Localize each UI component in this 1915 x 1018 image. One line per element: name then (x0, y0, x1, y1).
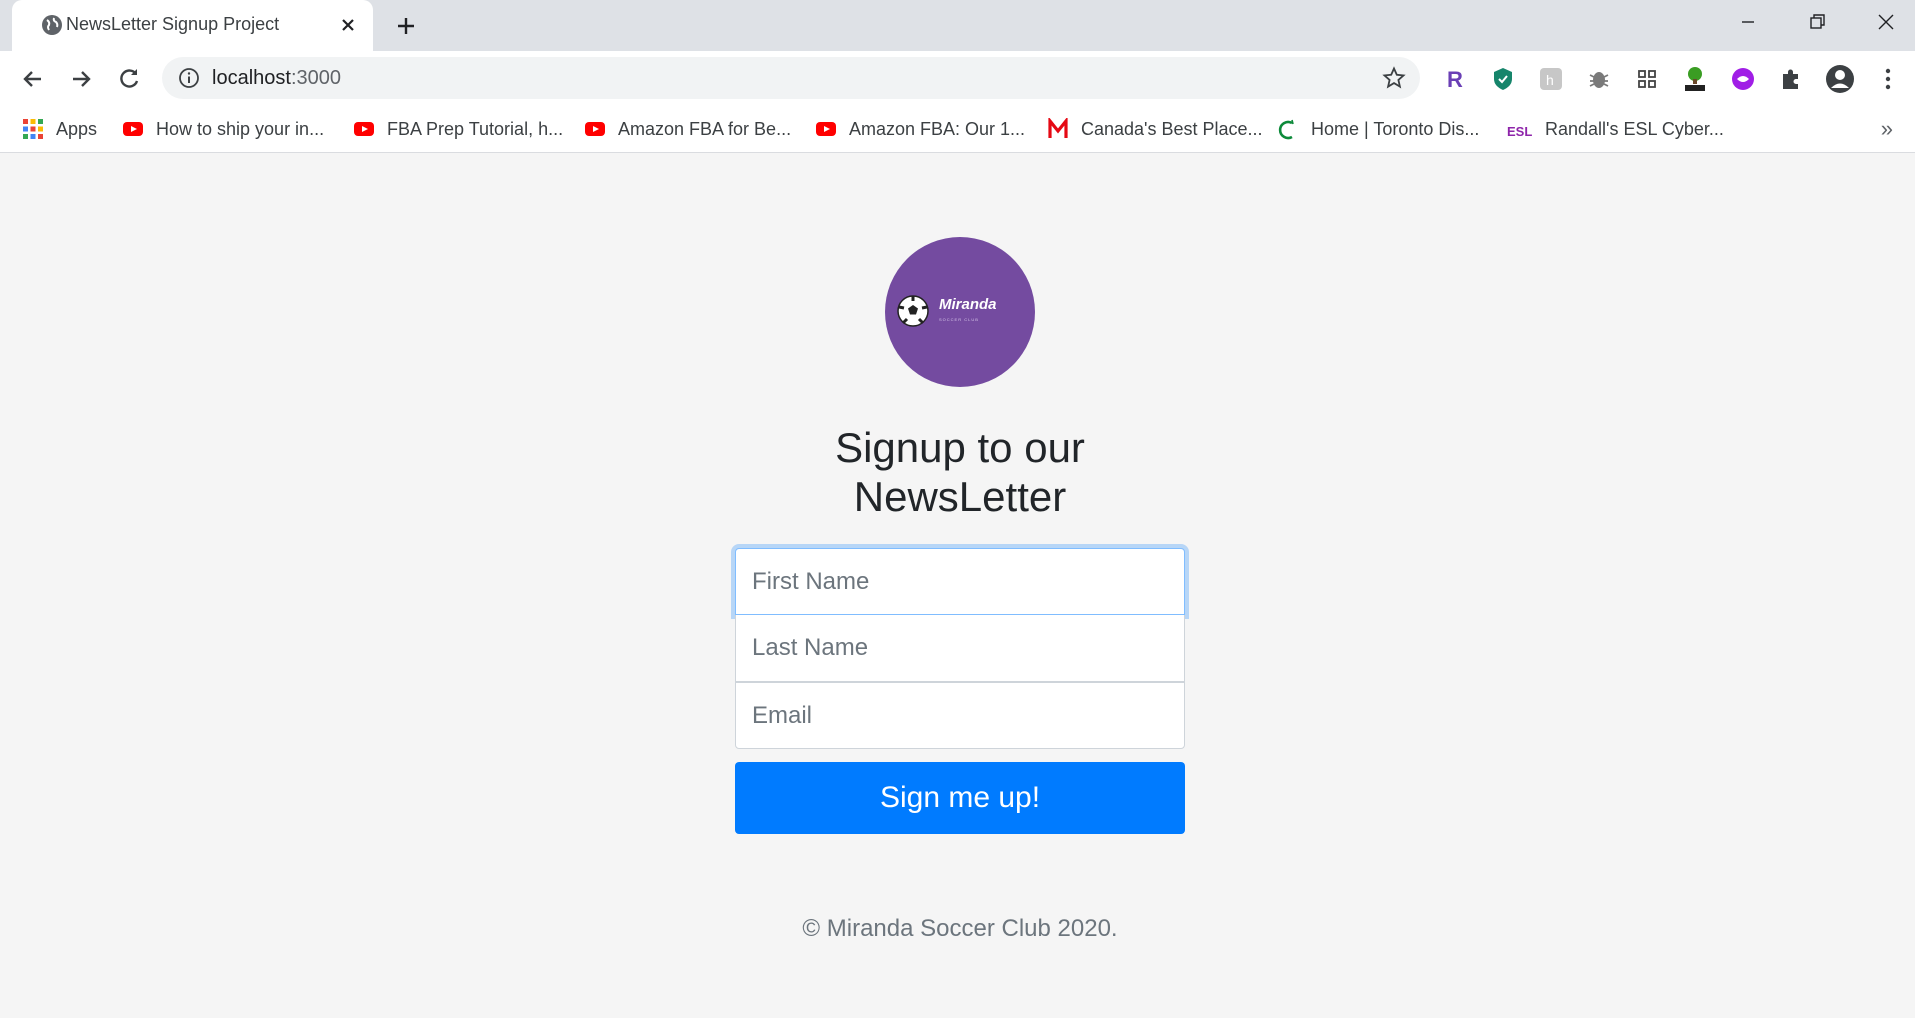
bookmark-label: Canada's Best Place... (1081, 118, 1263, 139)
browser-tab[interactable]: NewsLetter Signup Project (12, 0, 373, 51)
url-host: localhost (212, 67, 291, 89)
youtube-icon (585, 122, 605, 136)
close-window-icon[interactable] (1866, 8, 1906, 38)
youtube-icon (123, 122, 143, 136)
email-input[interactable] (735, 682, 1185, 749)
info-icon[interactable] (178, 67, 200, 89)
browser-tab-strip: NewsLetter Signup Project (0, 0, 1915, 51)
svg-text:ESL: ESL (1507, 124, 1532, 139)
sign-up-button[interactable]: Sign me up! (735, 762, 1185, 834)
bookmark-esl[interactable]: ESL Randall's ESL Cyber... (1507, 106, 1724, 152)
grid-extension-icon[interactable] (1633, 65, 1661, 93)
url-text: localhost:3000 (212, 67, 341, 90)
restore-icon[interactable] (1797, 8, 1837, 38)
soccer-ball-icon (897, 295, 929, 327)
shield-icon[interactable] (1489, 65, 1517, 93)
tree-html-icon[interactable] (1681, 65, 1709, 93)
bookmark-star-icon[interactable] (1382, 66, 1406, 90)
bug-icon[interactable] (1585, 65, 1613, 93)
h-extension-icon[interactable]: h (1537, 65, 1565, 93)
bookmark-apps[interactable]: Apps (22, 106, 97, 152)
bookmark-label: How to ship your in... (156, 118, 325, 139)
new-tab-icon[interactable] (392, 12, 420, 40)
puzzle-extensions-icon[interactable] (1777, 65, 1805, 93)
youtube-icon (354, 122, 374, 136)
tab-title: NewsLetter Signup Project (66, 14, 280, 34)
m-logo-icon (1048, 118, 1068, 138)
reload-icon[interactable] (115, 65, 143, 93)
bookmarks-bar: Apps How to ship your in... FBA Prep Tut… (0, 106, 1915, 153)
menu-kebab-icon[interactable] (1874, 65, 1902, 93)
bookmark-label: Randall's ESL Cyber... (1545, 118, 1724, 139)
bookmark-youtube-2[interactable]: FBA Prep Tutorial, h... (353, 106, 563, 152)
bookmark-youtube-3[interactable]: Amazon FBA for Be... (584, 106, 791, 152)
last-name-input[interactable] (735, 615, 1185, 682)
footer-copyright: © Miranda Soccer Club 2020. (802, 915, 1118, 942)
address-bar[interactable]: localhost:3000 (162, 57, 1420, 99)
svg-text:h: h (1546, 72, 1554, 88)
first-name-input[interactable] (735, 548, 1185, 615)
minimize-icon[interactable] (1728, 8, 1768, 38)
svg-text:R: R (1447, 67, 1463, 92)
logo-tagline: SOCCER CLUB (939, 317, 979, 322)
url-port: :3000 (290, 67, 341, 89)
bookmark-youtube-1[interactable]: How to ship your in... (122, 106, 324, 152)
profile-avatar-icon[interactable] (1825, 64, 1855, 94)
more-bookmarks-button[interactable]: » (1881, 116, 1893, 142)
back-arrow-icon[interactable] (19, 65, 47, 93)
globe-icon (42, 15, 62, 35)
bookmark-label: Amazon FBA for Be... (618, 118, 792, 139)
club-logo: Miranda SOCCER CLUB (885, 237, 1035, 387)
apps-grid-icon (23, 119, 43, 139)
esl-icon: ESL (1507, 124, 1532, 139)
forward-arrow-icon[interactable] (67, 65, 95, 93)
tdsb-icon (1278, 119, 1294, 140)
browser-toolbar: localhost:3000 R h (0, 51, 1915, 106)
page-title: Signup to our NewsLetter (835, 424, 1085, 520)
youtube-icon (816, 122, 836, 136)
page-content: Miranda SOCCER CLUB Signup to our NewsLe… (0, 153, 1915, 1018)
bookmark-label: Amazon FBA: Our 1... (849, 118, 1026, 139)
bookmark-label: Apps (56, 118, 98, 139)
logo-brand-text: Miranda (939, 296, 997, 313)
bookmark-canadas-best[interactable]: Canada's Best Place... (1047, 106, 1263, 152)
close-tab-icon[interactable] (335, 12, 361, 38)
purple-extension-icon[interactable] (1729, 65, 1757, 93)
bookmark-label: FBA Prep Tutorial, h... (387, 118, 564, 139)
bookmark-tdsb[interactable]: Home | Toronto Dis... (1277, 106, 1479, 152)
bookmark-label: Home | Toronto Dis... (1311, 118, 1480, 139)
bookmark-youtube-4[interactable]: Amazon FBA: Our 1... (815, 106, 1025, 152)
r-extension-icon[interactable]: R (1440, 65, 1468, 93)
